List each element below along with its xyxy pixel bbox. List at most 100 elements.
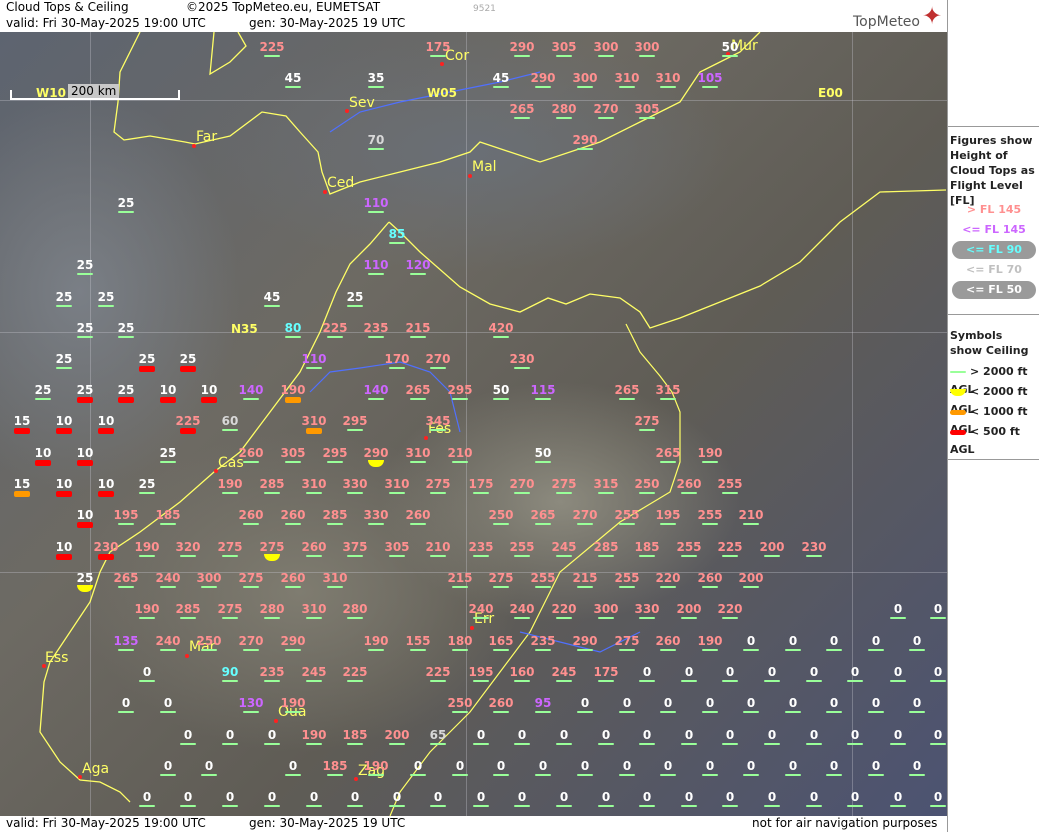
ceiling-symbol <box>660 774 676 776</box>
cloud-top-value: 250 <box>634 477 660 491</box>
coastline <box>388 189 947 329</box>
cloud-top-value: 220 <box>655 571 681 585</box>
ceiling-symbol <box>577 148 593 150</box>
cloud-top-value: 260 <box>238 446 264 460</box>
cloud-top-value: 185 <box>634 540 660 554</box>
ceiling-symbol <box>639 492 655 494</box>
cloud-top-value: 0 <box>871 634 881 648</box>
cloud-top-value: 275 <box>551 477 577 491</box>
cloud-top-value: 0 <box>476 728 486 742</box>
ceiling-symbol <box>660 461 676 463</box>
ceiling-symbol <box>139 492 155 494</box>
ceiling-symbol <box>180 743 196 745</box>
ceiling-symbol <box>514 492 530 494</box>
ceiling-symbol <box>764 680 780 682</box>
cloud-top-value: 255 <box>717 477 743 491</box>
cloud-top-value: 35 <box>367 71 385 85</box>
ceiling-symbol <box>243 398 259 400</box>
ceiling-symbol <box>743 586 759 588</box>
ceiling-symbol <box>577 774 593 776</box>
cloud-top-value: 25 <box>34 383 52 397</box>
cloud-top-value: 265 <box>113 571 139 585</box>
ceiling-symbol <box>535 523 551 525</box>
ceil-orange-icon <box>950 409 966 415</box>
ceiling-symbol <box>201 649 217 651</box>
cloud-top-value: 300 <box>593 40 619 54</box>
ceiling-symbol <box>77 273 93 275</box>
ceiling-symbol <box>327 336 343 338</box>
ceiling-symbol <box>347 305 363 307</box>
ceiling-symbol <box>681 743 697 745</box>
ceiling-symbol <box>285 336 301 338</box>
cloud-top-value: 265 <box>614 383 640 397</box>
ceiling-symbol <box>514 367 530 369</box>
ceiling-symbol <box>722 743 738 745</box>
cloud-top-value: 0 <box>725 665 735 679</box>
ceiling-symbol <box>514 617 530 619</box>
ceiling-symbol <box>514 680 530 682</box>
ceiling-symbol <box>514 743 530 745</box>
cloud-top-value: 260 <box>301 540 327 554</box>
ceiling-symbol <box>785 649 801 651</box>
cloud-top-value: 210 <box>425 540 451 554</box>
ceiling-symbol <box>430 555 446 557</box>
cloud-top-value: 0 <box>225 790 235 804</box>
cloud-top-value: 260 <box>280 571 306 585</box>
ceiling-symbol <box>556 805 572 807</box>
cloud-top-value: 305 <box>551 40 577 54</box>
cloud-top-value: 290 <box>572 133 598 147</box>
ceiling-symbol <box>306 555 322 557</box>
ceiling-symbol <box>410 649 426 651</box>
cloud-top-value: 25 <box>76 321 94 335</box>
ceiling-symbol <box>139 555 155 557</box>
cloud-top-value: 280 <box>342 602 368 616</box>
ceiling-symbol <box>430 492 446 494</box>
cloud-top-value: 240 <box>509 602 535 616</box>
ceiling-symbol <box>452 398 468 400</box>
cloud-top-value: 180 <box>447 634 473 648</box>
footer-valid: valid: Fri 30-May-2025 19:00 UTC <box>6 816 206 830</box>
ceiling-symbol <box>619 774 635 776</box>
ceiling-symbol <box>139 366 155 372</box>
ceiling-symbol <box>327 586 343 588</box>
cloud-top-value: 275 <box>217 540 243 554</box>
ceiling-symbol <box>368 336 384 338</box>
cloud-top-value: 0 <box>767 728 777 742</box>
ceiling-symbol <box>681 617 697 619</box>
ceiling-symbol <box>56 428 72 434</box>
cloud-top-value: 0 <box>871 759 881 773</box>
cloud-top-value: 420 <box>488 321 514 335</box>
ceiling-symbol <box>410 523 426 525</box>
cloud-top-value: 225 <box>342 665 368 679</box>
cloud-top-value: 225 <box>322 321 348 335</box>
ceiling-symbol <box>160 711 176 713</box>
cloud-top-value: 0 <box>912 759 922 773</box>
cloud-top-value: 295 <box>342 414 368 428</box>
ceiling-symbol <box>77 397 93 403</box>
cloud-top-value: 50 <box>534 446 552 460</box>
ceiling-symbol <box>389 242 405 244</box>
ceiling-symbol <box>368 148 384 150</box>
cloud-top-value: 300 <box>634 40 660 54</box>
cloud-top-value: 0 <box>933 728 943 742</box>
ceiling-symbol <box>180 366 196 372</box>
cloud-top-value: 95 <box>534 696 552 710</box>
cloud-top-value: 0 <box>933 602 943 616</box>
city-marker <box>440 62 444 66</box>
ceiling-symbol <box>222 617 238 619</box>
ceiling-symbol <box>160 523 176 525</box>
ceiling-symbol <box>347 492 363 494</box>
ceiling-symbol <box>264 617 280 619</box>
ceiling-symbol <box>514 55 530 57</box>
cloud-top-value: 15 <box>13 414 31 428</box>
ceiling-symbol <box>660 649 676 651</box>
cloud-top-value: 275 <box>217 602 243 616</box>
ceiling-symbol <box>160 649 176 651</box>
ceiling-symbol <box>264 492 280 494</box>
cloud-top-value: 280 <box>259 602 285 616</box>
cloud-top-value: 25 <box>138 477 156 491</box>
cloud-top-value: 45 <box>284 71 302 85</box>
ceiling-symbol <box>56 491 72 497</box>
cloud-top-value: 220 <box>717 602 743 616</box>
ceiling-symbol <box>201 397 217 403</box>
